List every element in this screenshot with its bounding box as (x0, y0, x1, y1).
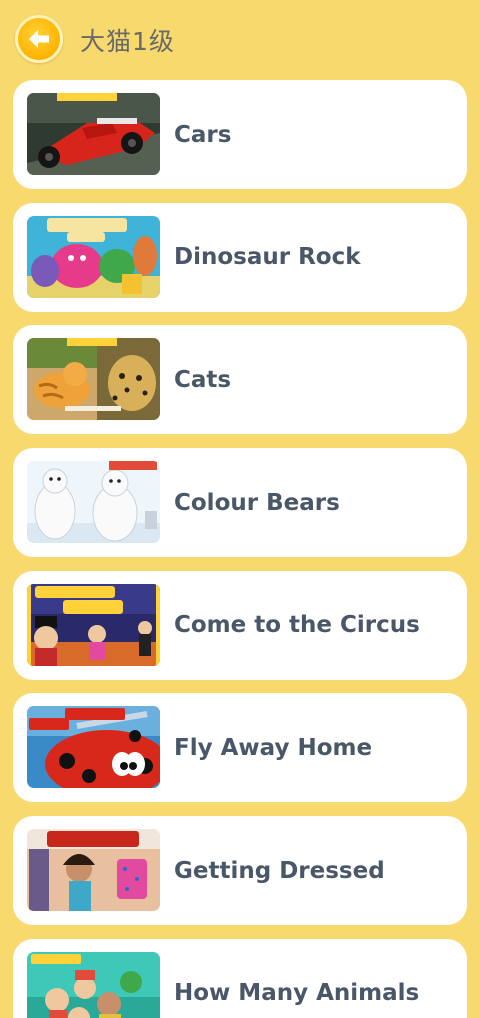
book-card-come-to-the-circus[interactable]: Come to the Circus (13, 570, 467, 680)
book-cover-come-to-the-circus (27, 583, 160, 666)
book-card-getting-dressed[interactable]: Getting Dressed (13, 816, 467, 926)
book-title: Dinosaur Rock (174, 244, 361, 271)
book-cover-dinosaur-rock (27, 215, 160, 298)
book-cover-cars (27, 93, 160, 175)
book-list: Cars Dinosaur Rock Cats Colour Bears Com… (13, 80, 467, 1018)
book-title: Come to the Circus (174, 612, 420, 639)
book-title: Cars (174, 121, 232, 148)
book-card-colour-bears[interactable]: Colour Bears (13, 448, 467, 558)
book-title: Getting Dressed (174, 857, 385, 884)
book-cover-cats (27, 338, 160, 421)
book-cover-fly-away-home (27, 706, 160, 789)
book-cover-how-many-animals (27, 951, 160, 1018)
book-card-cats[interactable]: Cats (13, 325, 467, 435)
book-title: Colour Bears (174, 489, 340, 516)
book-card-how-many-animals[interactable]: How Many Animals (13, 938, 467, 1018)
back-button[interactable] (15, 15, 63, 63)
page-title: 大猫1级 (80, 27, 175, 56)
arrow-left-icon (29, 30, 49, 48)
book-card-cars[interactable]: Cars (13, 80, 467, 189)
book-title: How Many Animals (174, 980, 420, 1007)
book-title: Cats (174, 366, 232, 393)
book-cover-getting-dressed (27, 829, 160, 912)
app-header: 大猫1级 (0, 0, 480, 80)
book-title: Fly Away Home (174, 734, 373, 761)
book-card-dinosaur-rock[interactable]: Dinosaur Rock (13, 202, 467, 312)
book-card-fly-away-home[interactable]: Fly Away Home (13, 693, 467, 803)
book-cover-colour-bears (27, 461, 160, 544)
